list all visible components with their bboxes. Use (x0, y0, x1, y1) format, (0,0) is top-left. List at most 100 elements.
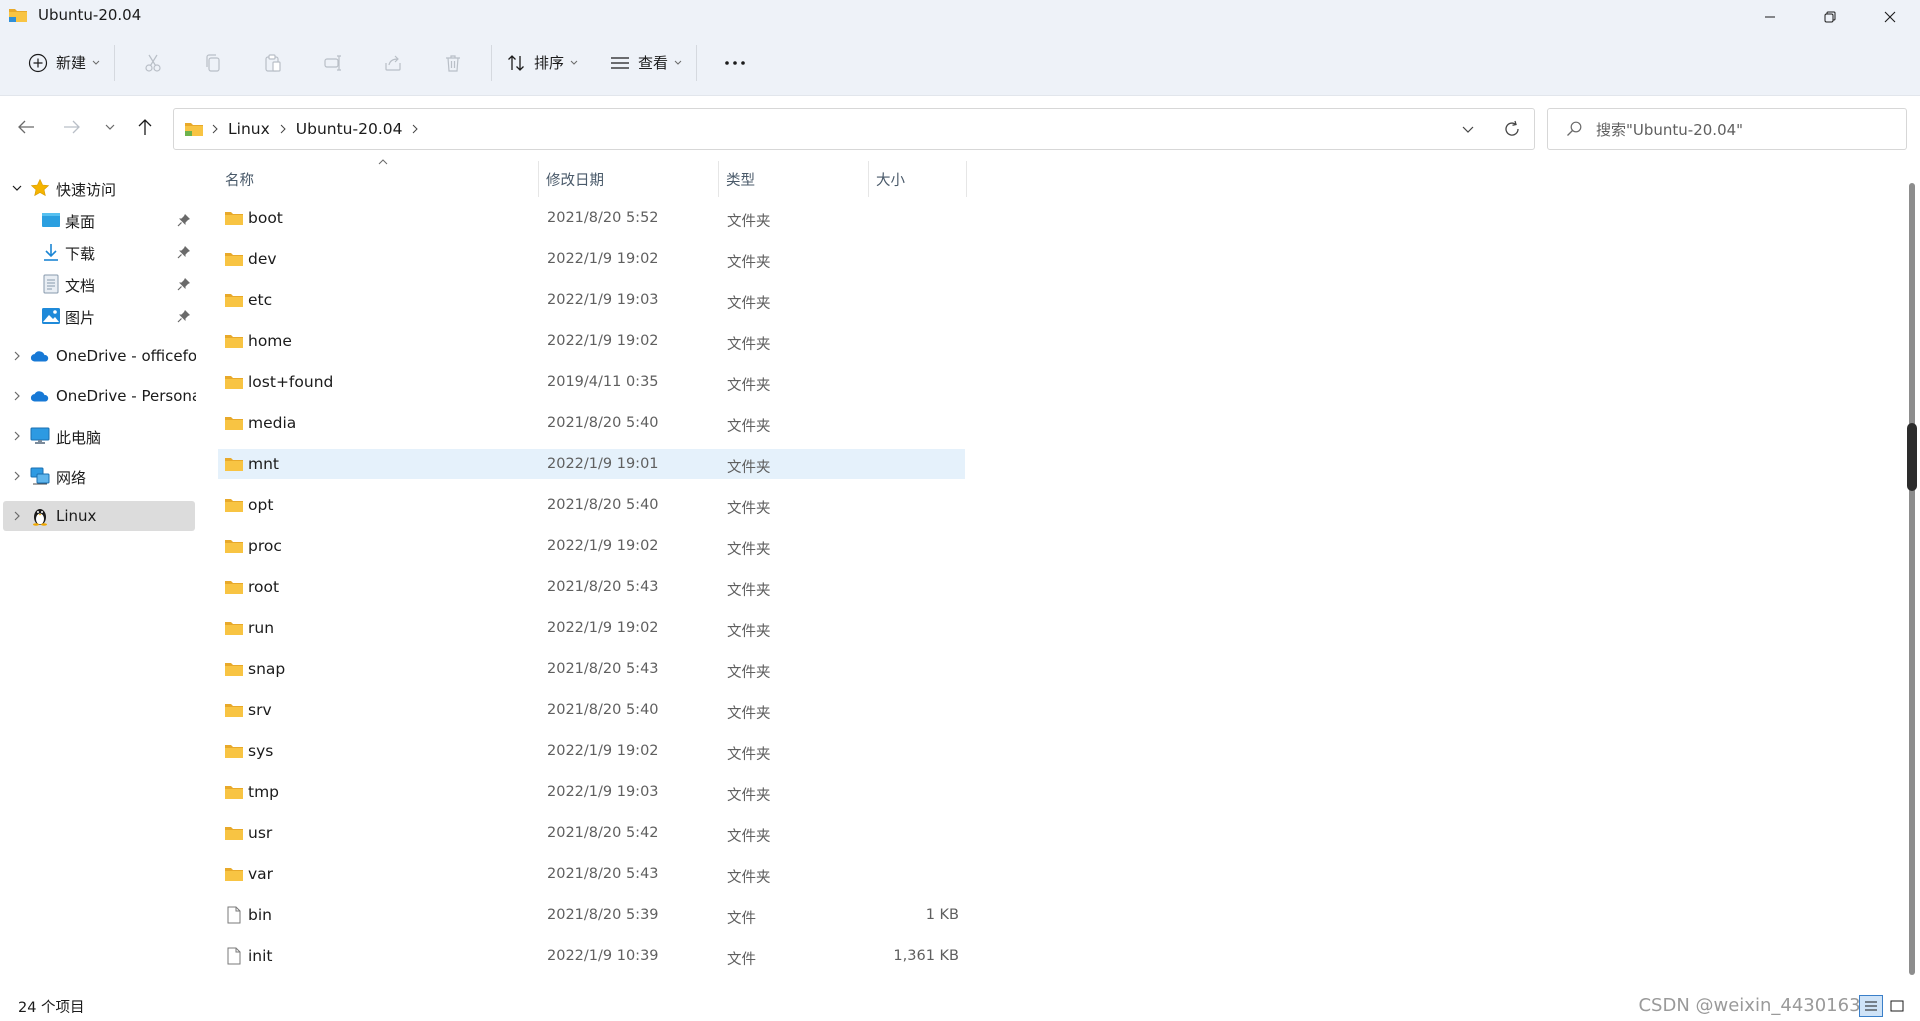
back-button[interactable] (10, 111, 42, 143)
share-button[interactable] (363, 43, 423, 83)
folder-icon (225, 663, 243, 676)
recent-locations-button[interactable] (94, 111, 126, 143)
column-header-name[interactable]: 名称 (218, 159, 537, 197)
sidebar-item-onedrive-personal[interactable]: OneDrive - Persona (3, 381, 196, 411)
sidebar-item-downloads[interactable]: 下载 (3, 237, 195, 267)
delete-button[interactable] (423, 43, 483, 83)
network-icon (30, 466, 50, 486)
navigation-row: Linux Ubuntu-20.04 搜索"Ubuntu-20.04" (0, 97, 1920, 161)
vertical-scrollbar[interactable] (1906, 161, 1918, 991)
more-options-button[interactable] (705, 43, 765, 83)
chevron-right-icon (14, 511, 20, 521)
file-name: sys (248, 742, 274, 760)
tiles-view-toggle[interactable] (1885, 995, 1909, 1017)
pin-icon (177, 214, 190, 227)
table-row[interactable]: opt 2021/8/20 5:40 文件夹 (218, 490, 965, 520)
expander-button[interactable] (9, 180, 25, 196)
sidebar-item-onedrive-business[interactable]: OneDrive - officefo (3, 341, 196, 371)
refresh-button[interactable] (1490, 109, 1534, 149)
table-row[interactable]: usr 2021/8/20 5:42 文件夹 (218, 818, 965, 848)
chevron-right-icon (14, 431, 20, 441)
forward-button[interactable] (56, 111, 88, 143)
table-row[interactable]: run 2022/1/9 19:02 文件夹 (218, 613, 965, 643)
folder-icon (225, 294, 243, 307)
address-history-button[interactable] (1446, 109, 1490, 149)
paste-button[interactable] (243, 43, 303, 83)
search-box[interactable]: 搜索"Ubuntu-20.04" (1547, 108, 1907, 150)
star-icon (30, 178, 50, 198)
breadcrumb-ubuntu[interactable]: Ubuntu-20.04 (296, 120, 403, 138)
expander-button[interactable] (9, 348, 25, 364)
breadcrumb-chevron-icon (212, 124, 218, 134)
trash-icon (446, 54, 461, 72)
expander-button[interactable] (9, 508, 25, 524)
sidebar-item-label: 桌面 (65, 213, 96, 231)
sidebar-item-label: 快速访问 (56, 181, 117, 199)
sidebar-item-documents[interactable]: 文档 (3, 269, 195, 299)
close-button[interactable] (1860, 0, 1920, 34)
sidebar-item-label: 网络 (56, 469, 87, 487)
cut-button[interactable] (123, 43, 183, 83)
table-row[interactable]: sys 2022/1/9 19:02 文件夹 (218, 736, 965, 766)
expander-button[interactable] (9, 468, 25, 484)
table-row[interactable]: media 2021/8/20 5:40 文件夹 (218, 408, 965, 438)
sidebar-item-network[interactable]: 网络 (3, 461, 195, 491)
column-header-modified[interactable]: 修改日期 (539, 161, 718, 197)
column-divider[interactable] (966, 161, 967, 197)
table-row[interactable]: snap 2021/8/20 5:43 文件夹 (218, 654, 965, 684)
column-header-size[interactable]: 大小 (869, 161, 965, 197)
file-modified: 2022/1/9 19:01 (547, 456, 659, 472)
rename-button[interactable] (303, 43, 363, 83)
table-row[interactable]: root 2021/8/20 5:43 文件夹 (218, 572, 965, 602)
table-row[interactable]: tmp 2022/1/9 19:03 文件夹 (218, 777, 965, 807)
sidebar-item-this-pc[interactable]: 此电脑 (3, 421, 195, 451)
breadcrumb-linux[interactable]: Linux (228, 120, 270, 138)
file-modified: 2021/8/20 5:40 (547, 415, 659, 431)
table-row[interactable]: proc 2022/1/9 19:02 文件夹 (218, 531, 965, 561)
view-button[interactable]: 查看 (604, 43, 688, 83)
table-row[interactable]: srv 2021/8/20 5:40 文件夹 (218, 695, 965, 725)
address-bar[interactable]: Linux Ubuntu-20.04 (173, 108, 1535, 150)
sort-ascending-icon (378, 159, 388, 165)
chevron-down-icon (105, 124, 115, 130)
copy-button[interactable] (183, 43, 243, 83)
minimize-button[interactable] (1740, 0, 1800, 34)
arrow-left-icon (18, 120, 34, 134)
file-name: proc (248, 537, 282, 555)
scrollbar-track[interactable] (1909, 183, 1915, 975)
column-header-label: 修改日期 (546, 172, 604, 189)
file-name: run (248, 619, 275, 637)
file-name: boot (248, 209, 283, 227)
sort-button[interactable]: 排序 (500, 43, 584, 83)
file-type: 文件夹 (727, 870, 771, 886)
expander-button[interactable] (9, 428, 25, 444)
sort-label: 排序 (534, 54, 565, 72)
file-icon (227, 947, 241, 965)
sidebar-item-linux[interactable]: Linux (3, 501, 195, 531)
table-row[interactable]: home 2022/1/9 19:02 文件夹 (218, 326, 965, 356)
new-button[interactable]: 新建 (22, 43, 106, 83)
table-row[interactable]: dev 2022/1/9 19:02 文件夹 (218, 244, 965, 274)
sidebar-item-desktop[interactable]: 桌面 (3, 205, 195, 235)
document-icon (41, 274, 61, 294)
refresh-icon (1505, 120, 1519, 136)
scrollbar-thumb[interactable] (1907, 423, 1917, 491)
table-row[interactable]: etc 2022/1/9 19:03 文件夹 (218, 285, 965, 315)
file-type: 文件夹 (727, 583, 771, 599)
column-header-type[interactable]: 类型 (719, 161, 867, 197)
table-row[interactable]: mnt 2022/1/9 19:01 文件夹 (218, 449, 965, 479)
table-row[interactable]: var 2021/8/20 5:43 文件夹 (218, 859, 965, 889)
table-row[interactable]: init 2022/1/9 10:39 文件 1,361 KB (218, 941, 965, 971)
details-view-toggle[interactable] (1859, 995, 1883, 1017)
restore-button[interactable] (1800, 0, 1860, 34)
sidebar-item-label: 此电脑 (56, 429, 102, 447)
up-button[interactable] (129, 111, 161, 143)
expander-button[interactable] (9, 388, 25, 404)
folder-icon (225, 745, 243, 758)
sidebar-item-quick-access[interactable]: 快速访问 (3, 173, 195, 203)
table-row[interactable]: lost+found 2019/4/11 0:35 文件夹 (218, 367, 965, 397)
file-type: 文件夹 (727, 296, 771, 312)
sidebar-item-pictures[interactable]: 图片 (3, 301, 195, 331)
table-row[interactable]: bin 2021/8/20 5:39 文件 1 KB (218, 900, 965, 930)
table-row[interactable]: boot 2021/8/20 5:52 文件夹 (218, 203, 965, 233)
